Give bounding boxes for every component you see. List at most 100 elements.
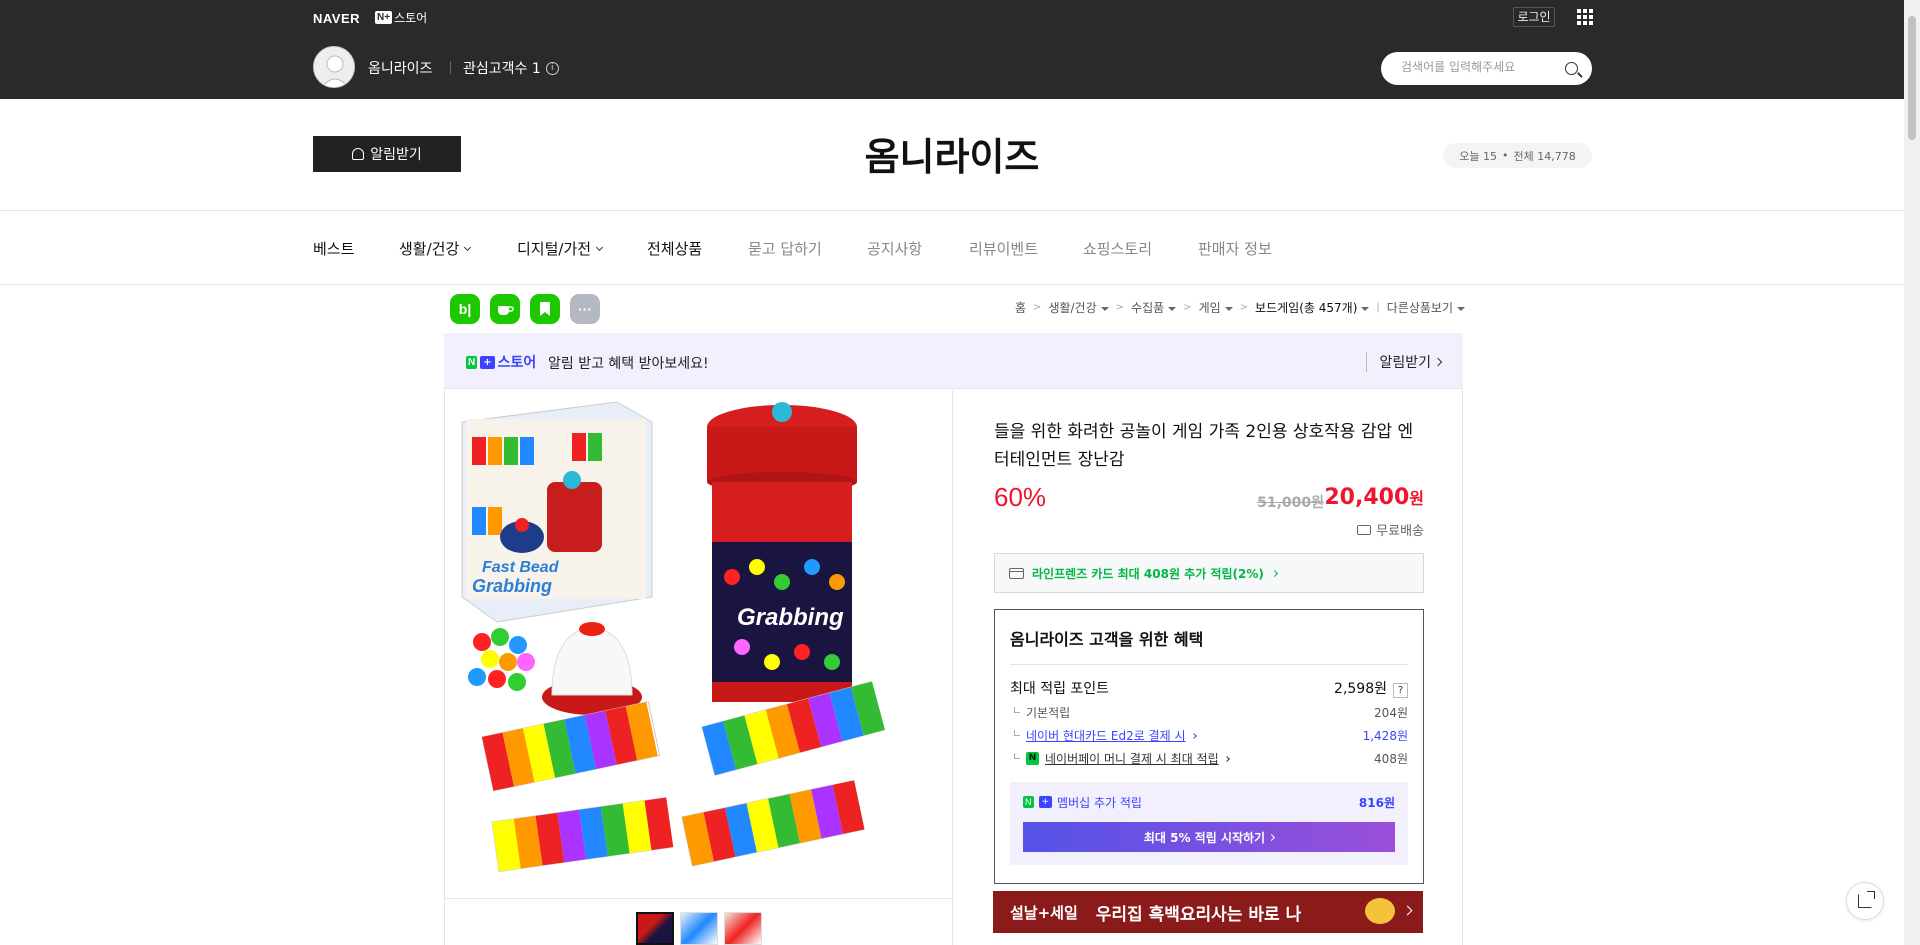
thumbnail-strip [636, 912, 762, 945]
visitors-total: 전체 14,778 [1513, 149, 1576, 163]
visitors-today: 오늘 15 [1459, 149, 1497, 163]
nav-item-qna[interactable]: 묻고 답하기 [748, 238, 822, 259]
discount-rate: 60% [994, 482, 1047, 512]
scrollbar-thumb[interactable] [1908, 16, 1916, 140]
product-title: 들을 위한 화려한 공놀이 게임 가족 2인용 상호작용 감압 엔터테인먼트 장… [994, 422, 1414, 470]
login-button[interactable]: 로그인 [1513, 7, 1555, 27]
chevron-right-icon [1270, 569, 1278, 577]
category-nav: 베스트 생활/건강 디지털/가전 전체상품 묻고 답하기 공지사항 리뷰이벤트 … [0, 212, 1904, 285]
store-avatar[interactable] [313, 46, 355, 88]
caret-down-icon [1100, 306, 1109, 311]
apps-grid-icon[interactable] [1577, 9, 1593, 25]
breadcrumb-category-1[interactable]: 생활/건강 [1048, 299, 1109, 316]
product-image-column: Fast Bead Grabbing Grabbing [445, 390, 953, 945]
bookmark-icon[interactable] [530, 294, 560, 324]
chevron-right-icon [1223, 755, 1230, 762]
caret-down-icon [1168, 306, 1177, 311]
thumbnail[interactable] [680, 912, 718, 945]
chevron-right-icon [1190, 732, 1197, 739]
store-brand-label: 스토어 [394, 11, 428, 25]
max-point-row: 최대 적립 포인트 2,598원? [1010, 675, 1408, 701]
search-box [1381, 52, 1592, 85]
store-name-link[interactable]: 옴니라이즈 [368, 58, 432, 78]
breadcrumb-category-3[interactable]: 게임 [1199, 299, 1233, 316]
chevron-right-icon [1268, 833, 1276, 841]
nav-item-review-event[interactable]: 리뷰이벤트 [969, 238, 1038, 259]
benefit-box: 옴니라이즈 고객을 위한 혜택 최대 적립 포인트 2,598원? 기본적립 2… [994, 609, 1424, 884]
box-brand-text-2: Grabbing [472, 576, 552, 596]
search-input[interactable] [1401, 60, 1561, 74]
promo-text: 우리집 흑백요리사는 바로 나 [1095, 904, 1302, 925]
more-icon[interactable]: ··· [570, 294, 600, 324]
chevron-right-icon [1402, 905, 1413, 916]
nplus-store-logo: N + 스토어 [466, 352, 536, 372]
benefit-title: 옴니라이즈 고객을 위한 혜택 [1010, 626, 1408, 665]
price-row: 60% 51,000원 20,400원 [994, 482, 1424, 522]
membership-start-button[interactable]: 최대 5% 적립 시작하기 [1023, 822, 1395, 852]
membership-box: N + 멤버십 추가 적립 816원 최대 5% 적립 시작하기 [1010, 782, 1408, 865]
visitor-counter: 오늘 15 • 전체 14,778 [1443, 143, 1592, 168]
hyundai-card-link[interactable]: 네이버 현대카드 Ed2로 결제 시 [1026, 727, 1186, 744]
banner-message: 알림 받고 혜택 받아보세요! [548, 356, 709, 372]
jar-brand-text: Grabbing [737, 604, 844, 631]
page-scrollbar[interactable] [1904, 0, 1920, 945]
card-point-row: 네이버 현대카드 Ed2로 결제 시 1,428원 [1010, 724, 1408, 747]
original-price: 51,000원 [1257, 495, 1324, 511]
nplus-badge: N+ [375, 11, 393, 24]
membership-value: 816원 [1358, 795, 1395, 810]
divider [450, 61, 451, 74]
store-title[interactable]: 옴니라이즈 [0, 126, 1904, 181]
breadcrumb: 홈 > 생활/건강 > 수집품 > 게임 > 보드게임(총 457개) | 다른… [1015, 299, 1465, 316]
nav-item-shopping-story[interactable]: 쇼핑스토리 [1083, 238, 1152, 259]
chevron-down-icon [464, 243, 472, 251]
share-button[interactable] [1846, 882, 1884, 920]
membership-row: N + 멤버십 추가 적립 816원 [1023, 795, 1395, 810]
chevron-right-icon [1433, 357, 1443, 367]
promo-tag: 설날+세일 [1010, 903, 1078, 922]
product-section: Fast Bead Grabbing Grabbing 들을 위한 화려한 공놀… [444, 390, 1463, 945]
nav-item-notice[interactable]: 공지사항 [867, 238, 922, 259]
thumbnail[interactable] [636, 912, 674, 945]
search-icon[interactable] [1565, 62, 1578, 75]
membership-label: 멤버십 추가 적립 [1057, 795, 1142, 810]
follower-label: 관심고객수 1 [463, 61, 541, 77]
alarm-banner: N + 스토어 알림 받고 혜택 받아보세요! 알림받기 [444, 333, 1463, 389]
nav-item-best[interactable]: 베스트 [313, 238, 354, 259]
shipping-info: 무료배송 [994, 520, 1424, 539]
product-image[interactable]: Fast Bead Grabbing Grabbing [452, 397, 945, 887]
nav-item-seller-info[interactable]: 판매자 정보 [1198, 238, 1272, 259]
basic-point-row: 기본적립 204원 [1010, 701, 1408, 724]
caret-down-icon [1457, 306, 1465, 311]
npay-link[interactable]: 네이버페이 머니 결제 시 최대 적립 [1045, 750, 1219, 767]
sale-price: 20,400원 [1324, 485, 1424, 510]
promo-banner[interactable]: 설날+세일 우리집 흑백요리사는 바로 나 [993, 891, 1423, 933]
truck-icon [1357, 524, 1372, 535]
other-products-link[interactable]: 다른상품보기 [1387, 299, 1465, 316]
nav-item-living[interactable]: 생활/건강 [399, 238, 472, 259]
box-brand-text-1: Fast Bead [482, 559, 560, 576]
breadcrumb-category-2[interactable]: 수집품 [1131, 299, 1177, 316]
npay-icon: N [1026, 752, 1039, 765]
naver-logo[interactable]: NAVER [313, 11, 360, 26]
info-icon[interactable]: i [545, 61, 559, 75]
card-benefit-link[interactable]: 라인프렌즈 카드 최대 408원 추가 적립(2%) [994, 553, 1424, 593]
help-icon[interactable]: ? [1393, 683, 1408, 698]
breadcrumb-category-4[interactable]: 보드게임(총 457개) [1255, 299, 1370, 316]
nav-item-digital[interactable]: 디지털/가전 [517, 238, 604, 259]
chevron-down-icon [596, 243, 604, 251]
thumbnail[interactable] [724, 912, 762, 945]
nav-item-all-products[interactable]: 전체상품 [647, 238, 702, 259]
banner-alarm-button[interactable]: 알림받기 [1366, 352, 1443, 372]
product-info: 들을 위한 화려한 공놀이 게임 가족 2인용 상호작용 감압 엔터테인먼트 장… [994, 418, 1424, 884]
top-bar: NAVER N+ 스토어 로그인 옴니라이즈 관심고객수 1 i [0, 0, 1904, 99]
follower-count: 관심고객수 1 i [463, 58, 559, 78]
credit-card-icon [1009, 567, 1024, 579]
nplus-store-logo[interactable]: N+ 스토어 [375, 9, 427, 26]
caret-down-icon [1361, 306, 1370, 311]
banner-logo-text: 스토어 [497, 355, 537, 371]
store-header: 알림받기 옴니라이즈 오늘 15 • 전체 14,778 [0, 99, 1904, 211]
blog-icon[interactable]: b| [450, 294, 480, 324]
npay-point-row: N 네이버페이 머니 결제 시 최대 적립 408원 [1010, 747, 1408, 770]
breadcrumb-home[interactable]: 홈 [1015, 299, 1026, 316]
cafe-icon[interactable] [490, 294, 520, 324]
